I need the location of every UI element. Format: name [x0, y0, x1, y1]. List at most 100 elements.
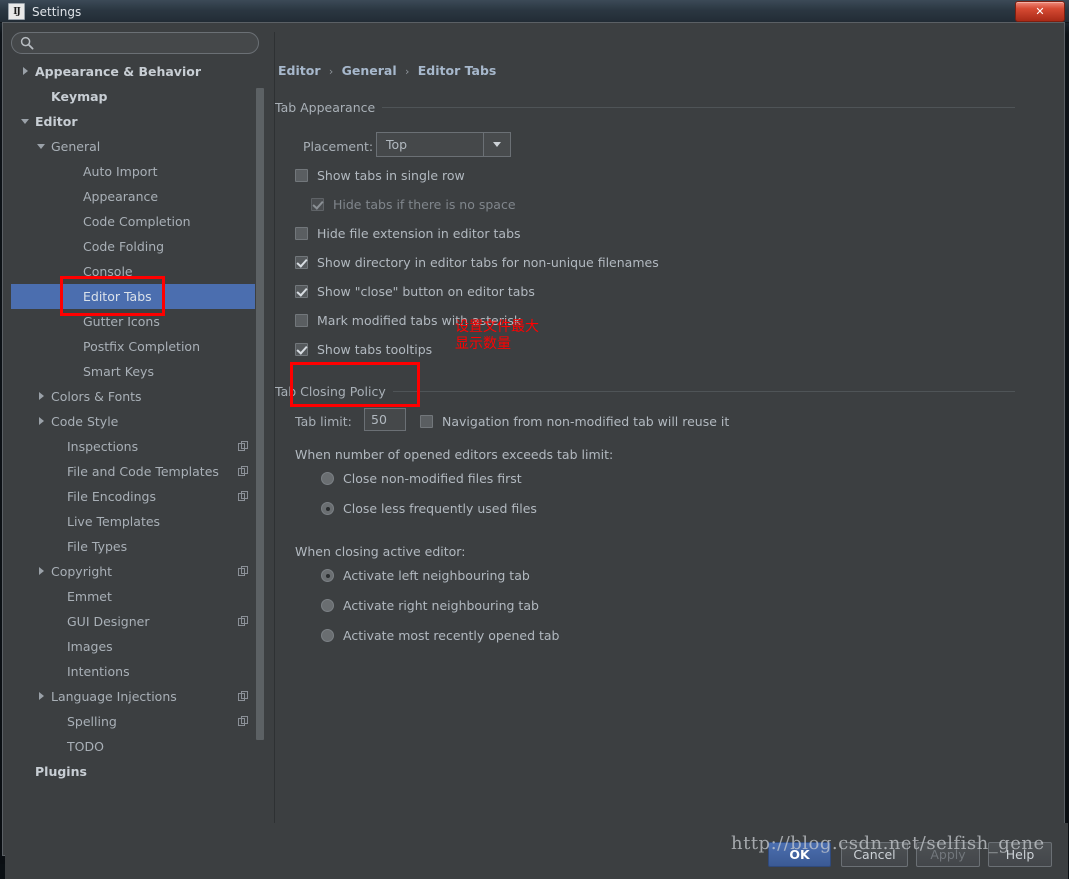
tab-limit-input[interactable]: [364, 408, 406, 431]
checkbox-hide-file-extension-in-editor-tabs[interactable]: [295, 227, 308, 240]
sidebar-scrollbar-thumb[interactable]: [256, 88, 264, 740]
navigation-reuse-checkbox-row[interactable]: Navigation from non-modified tab will re…: [420, 414, 729, 429]
chevron-down-icon[interactable]: [37, 141, 48, 152]
radio-row[interactable]: Close less frequently used files: [321, 501, 537, 516]
settings-sidebar: Appearance & Behavior Keymap Editor General…: [11, 32, 275, 827]
chevron-down-icon[interactable]: [21, 116, 32, 127]
breadcrumb-part-editor[interactable]: Editor: [278, 63, 321, 78]
copy-settings-icon[interactable]: [238, 490, 249, 501]
sidebar-item-file-and-code-templates[interactable]: File and Code Templates: [11, 459, 265, 484]
radio-activate-right-neighbouring-tab[interactable]: [321, 599, 334, 612]
radio-close-non-modified-files-first[interactable]: [321, 472, 334, 485]
copy-settings-icon[interactable]: [238, 690, 249, 701]
checkbox-row[interactable]: Show tabs in single row: [295, 168, 465, 183]
chevron-right-icon[interactable]: [37, 566, 48, 577]
radio-activate-most-recently-opened-tab[interactable]: [321, 629, 334, 642]
sidebar-item-intentions[interactable]: Intentions: [11, 659, 265, 684]
window-title: Settings: [32, 4, 82, 19]
copy-settings-icon[interactable]: [238, 615, 249, 626]
radio-label: Close less frequently used files: [343, 501, 537, 516]
checkbox-label: Hide tabs if there is no space: [333, 197, 516, 212]
radio-row[interactable]: Activate left neighbouring tab: [321, 568, 530, 583]
copy-settings-icon[interactable]: [238, 465, 249, 476]
sidebar-item-auto-import[interactable]: Auto Import: [11, 159, 265, 184]
sidebar-item-code-folding[interactable]: Code Folding: [11, 234, 265, 259]
sidebar-item-label: Keymap: [51, 89, 108, 104]
chevron-right-icon[interactable]: [37, 391, 48, 402]
sidebar-item-code-completion[interactable]: Code Completion: [11, 209, 265, 234]
copy-settings-icon[interactable]: [238, 715, 249, 726]
chevron-right-icon[interactable]: [21, 66, 32, 77]
placement-dropdown[interactable]: Top: [376, 132, 511, 157]
copy-settings-icon[interactable]: [238, 565, 249, 576]
breadcrumb-part-editor-tabs: Editor Tabs: [417, 63, 497, 78]
radio-row[interactable]: Close non-modified files first: [321, 471, 522, 486]
sidebar-item-appearance[interactable]: Appearance: [11, 184, 265, 209]
sidebar-item-images[interactable]: Images: [11, 634, 265, 659]
checkbox-label: Show "close" button on editor tabs: [317, 284, 535, 299]
sidebar-item-plugins[interactable]: Plugins: [11, 759, 265, 784]
checkbox-row[interactable]: Show tabs tooltips: [295, 342, 432, 357]
settings-tree[interactable]: Appearance & Behavior Keymap Editor General…: [11, 59, 265, 817]
sidebar-item-label: File Types: [67, 539, 128, 554]
sidebar-item-gutter-icons[interactable]: Gutter Icons: [11, 309, 265, 334]
search-input[interactable]: [11, 32, 259, 54]
navigation-reuse-checkbox[interactable]: [420, 415, 433, 428]
sidebar-scrollbar-track[interactable]: [255, 59, 265, 817]
sidebar-item-code-style[interactable]: Code Style: [11, 409, 265, 434]
checkbox-row[interactable]: Show "close" button on editor tabs: [295, 284, 535, 299]
checkbox-show-tabs-in-single-row[interactable]: [295, 169, 308, 182]
sidebar-item-file-encodings[interactable]: File Encodings: [11, 484, 265, 509]
radio-label: Close non-modified files first: [343, 471, 522, 486]
breadcrumb-part-general[interactable]: General: [342, 63, 397, 78]
sidebar-item-label: Gutter Icons: [83, 314, 160, 329]
sidebar-item-label: Console: [83, 264, 133, 279]
checkbox-row[interactable]: Show directory in editor tabs for non-un…: [295, 255, 659, 270]
checkbox-label: Show directory in editor tabs for non-un…: [317, 255, 659, 270]
chevron-right-icon[interactable]: [37, 416, 48, 427]
sidebar-item-console[interactable]: Console: [11, 259, 265, 284]
tab-closing-group: Tab Closing Policy: [275, 384, 1015, 399]
sidebar-item-editor-tabs[interactable]: Editor Tabs: [11, 284, 265, 309]
checkbox-show-tabs-tooltips[interactable]: [295, 343, 308, 356]
sidebar-item-todo[interactable]: TODO: [11, 734, 265, 759]
sidebar-item-live-templates[interactable]: Live Templates: [11, 509, 265, 534]
close-icon[interactable]: ✕: [1015, 1, 1065, 22]
copy-settings-icon[interactable]: [238, 440, 249, 451]
radio-row[interactable]: Activate most recently opened tab: [321, 628, 560, 643]
chevron-down-icon[interactable]: [483, 133, 510, 156]
checkbox-label: Show tabs tooltips: [317, 342, 433, 357]
sidebar-item-appearance-behavior[interactable]: Appearance & Behavior: [11, 59, 265, 84]
sidebar-item-emmet[interactable]: Emmet: [11, 584, 265, 609]
sidebar-item-spelling[interactable]: Spelling: [11, 709, 265, 734]
radio-activate-left-neighbouring-tab[interactable]: [321, 569, 334, 582]
sidebar-item-keymap[interactable]: Keymap: [11, 84, 265, 109]
sidebar-item-postfix-completion[interactable]: Postfix Completion: [11, 334, 265, 359]
sidebar-item-language-injections[interactable]: Language Injections: [11, 684, 265, 709]
checkbox-row[interactable]: Hide file extension in editor tabs: [295, 226, 521, 241]
checkbox-show-close-button-on-editor-tabs[interactable]: [295, 285, 308, 298]
chevron-right-icon[interactable]: [37, 691, 48, 702]
sidebar-item-smart-keys[interactable]: Smart Keys: [11, 359, 265, 384]
tab-appearance-title: Tab Appearance: [275, 100, 376, 115]
sidebar-item-label: Postfix Completion: [83, 339, 200, 354]
sidebar-item-gui-designer[interactable]: GUI Designer: [11, 609, 265, 634]
checkbox-show-directory-in-editor-tabs-for-non-unique-filenames[interactable]: [295, 256, 308, 269]
radio-label: Activate right neighbouring tab: [343, 598, 539, 613]
checkbox-mark-modified-tabs-with-asterisk[interactable]: [295, 314, 308, 327]
sidebar-item-colors-fonts[interactable]: Colors & Fonts: [11, 384, 265, 409]
radio-close-less-frequently-used-files[interactable]: [321, 502, 334, 515]
radio-row[interactable]: Activate right neighbouring tab: [321, 598, 539, 613]
sidebar-item-inspections[interactable]: Inspections: [11, 434, 265, 459]
sidebar-item-copyright[interactable]: Copyright: [11, 559, 265, 584]
sidebar-item-general[interactable]: General: [11, 134, 265, 159]
sidebar-item-editor[interactable]: Editor: [11, 109, 265, 134]
sidebar-item-file-types[interactable]: File Types: [11, 534, 265, 559]
